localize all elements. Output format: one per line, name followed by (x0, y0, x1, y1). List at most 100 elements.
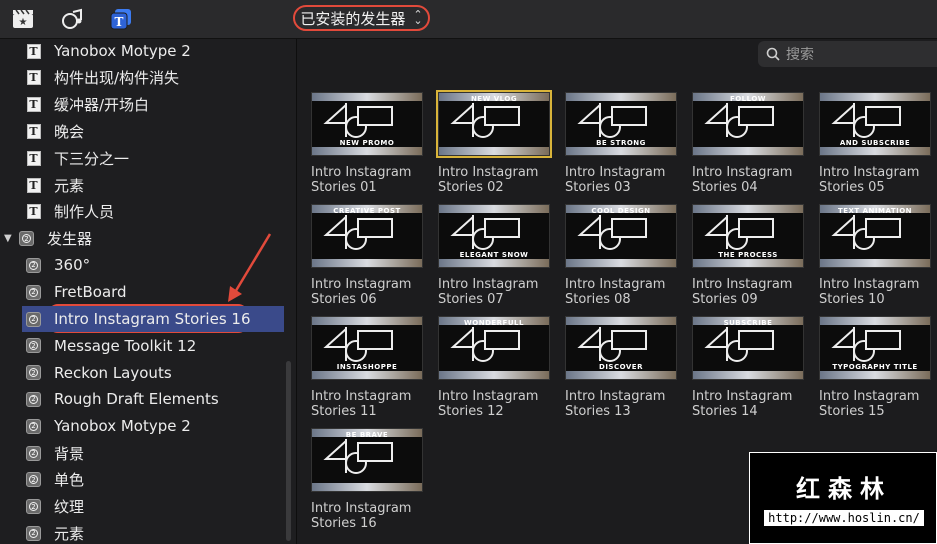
tile-label-line2: Stories 02 (438, 180, 504, 195)
sidebar-item[interactable]: 2 背景 (0, 440, 290, 466)
generator-tile[interactable]: AND SUBSCRIBE Intro Instagram Stories 05 (819, 92, 931, 195)
generator-tile[interactable]: SUBSCRIBE Intro Instagram Stories 14 (692, 316, 804, 419)
sidebar-item-label: 缓冲器/开场白 (54, 96, 150, 115)
svg-text:★: ★ (19, 17, 28, 28)
title-icon: T (26, 43, 41, 59)
title-icon: T (26, 97, 41, 113)
tile-thumbnail[interactable]: FOLLOW (692, 92, 804, 156)
generator-tile[interactable]: CREATIVE POST Intro Instagram Stories 06 (311, 204, 423, 307)
generator-tile[interactable]: BE STRONG Intro Instagram Stories 03 (565, 92, 677, 195)
selector-label: 已安装的发生器 (300, 9, 406, 28)
tile-thumbnail[interactable]: NEW PROMO (311, 92, 423, 156)
generator-tile[interactable]: INSTASHOPPE Intro Instagram Stories 11 (311, 316, 423, 419)
sidebar-item[interactable]: T 下三分之一 (0, 145, 290, 171)
disclosure-triangle-icon[interactable]: ▼ (4, 233, 12, 244)
sidebar-item[interactable]: 2 单色 (0, 467, 290, 493)
tile-label-line1: Intro Instagram (438, 277, 539, 292)
tile-label-line2: Stories 08 (565, 292, 631, 307)
generator-tile[interactable]: BE BRAVE Intro Instagram Stories 16 (311, 428, 423, 531)
title-icon: T (26, 123, 41, 139)
generator-icon: 2 (26, 472, 41, 488)
tile-label: Intro Instagram Stories 07 (438, 277, 550, 307)
tile-label-line1: Intro Instagram (311, 277, 412, 292)
tile-label-line2: Stories 16 (311, 516, 377, 531)
generator-tile[interactable]: TYPOGRAPHY TITLE Intro Instagram Stories 1… (819, 316, 931, 419)
search-input[interactable]: 搜索 (758, 41, 937, 67)
generator-tile[interactable]: TEXT ANIMATION Intro Instagram Stories 10 (819, 204, 931, 307)
tile-label-line1: Intro Instagram (311, 165, 412, 180)
sidebar-item[interactable]: 2 Rough Draft Elements (0, 386, 290, 412)
sidebar-item[interactable]: T 缓冲器/开场白 (0, 92, 290, 118)
tile-thumbnail[interactable]: DISCOVER (565, 316, 677, 380)
sidebar-item-label: 制作人员 (54, 203, 115, 222)
clapper-icon[interactable]: ★ (10, 7, 36, 31)
sidebar-item[interactable]: T 晚会 (0, 118, 290, 144)
tile-label-line2: Stories 05 (819, 180, 885, 195)
generator-icon: 2 (26, 525, 41, 541)
sidebar-item[interactable]: 2 Message Toolkit 12 (0, 333, 290, 359)
sidebar-item-label: Yanobox Motype 2 (54, 42, 191, 60)
tile-thumbnail[interactable]: AND SUBSCRIBE (819, 92, 931, 156)
sidebar-item-label: 下三分之一 (54, 149, 130, 168)
sidebar-item[interactable]: 2 元素 (0, 520, 290, 544)
sidebar-item-label: Reckon Layouts (54, 363, 172, 382)
thumbnail-caption: SUBSCRIBE (723, 319, 773, 327)
tile-thumbnail[interactable]: ELEGANT SNOW (438, 204, 550, 268)
generator-icon: 2 (26, 445, 41, 461)
title-icon: T (26, 177, 41, 193)
tile-thumbnail[interactable]: THE PROCESS (692, 204, 804, 268)
generator-tile[interactable]: WONDERFULL Intro Instagram Stories 12 (438, 316, 550, 419)
generator-tile[interactable]: DISCOVER Intro Instagram Stories 13 (565, 316, 677, 419)
search-icon (766, 47, 780, 61)
generator-icon: 2 (26, 338, 41, 354)
generator-icon: 2 (26, 311, 41, 327)
tile-thumbnail[interactable]: TYPOGRAPHY TITLE (819, 316, 931, 380)
sidebar-item[interactable]: T 构件出现/构件消失 (0, 65, 290, 91)
thumbnail-caption: THE PROCESS (718, 251, 778, 259)
tile-label: Intro Instagram Stories 16 (311, 501, 423, 531)
thumbnail-caption: TYPOGRAPHY TITLE (832, 363, 918, 371)
tile-thumbnail[interactable]: NEW VLOG (436, 90, 552, 158)
sidebar-item-label: 元素 (54, 176, 85, 195)
tile-label: Intro Instagram Stories 13 (565, 389, 677, 419)
sidebar-item[interactable]: 2 Reckon Layouts (0, 360, 290, 386)
sidebar-item-label: 背景 (54, 444, 85, 463)
generator-tile[interactable]: ELEGANT SNOW Intro Instagram Stories 07 (438, 204, 550, 307)
titles-icon[interactable]: T (108, 7, 134, 31)
tile-label: Intro Instagram Stories 15 (819, 389, 931, 419)
tile-thumbnail[interactable]: SUBSCRIBE (692, 316, 804, 380)
tile-thumbnail[interactable]: COOL DESIGN (565, 204, 677, 268)
sidebar-item[interactable]: T 元素 (0, 172, 290, 198)
generator-tile[interactable]: COOL DESIGN Intro Instagram Stories 08 (565, 204, 677, 307)
sidebar-item[interactable]: T Yanobox Motype 2 (0, 39, 290, 64)
sidebar-item[interactable]: 2 Yanobox Motype 2 (0, 413, 290, 439)
tile-thumbnail[interactable]: BE BRAVE (311, 428, 423, 492)
tile-label-line1: Intro Instagram (438, 165, 539, 180)
generator-tile[interactable]: THE PROCESS Intro Instagram Stories 09 (692, 204, 804, 307)
sidebar-item-label: 单色 (54, 471, 85, 490)
sidebar-item-label: 晚会 (54, 122, 85, 141)
sidebar-item[interactable]: T 制作人员 (0, 199, 290, 225)
sidebar-item-label: 360° (54, 256, 91, 275)
music-photo-icon[interactable] (60, 7, 86, 31)
tile-label: Intro Instagram Stories 11 (311, 389, 423, 419)
generator-tile[interactable]: FOLLOW Intro Instagram Stories 04 (692, 92, 804, 195)
tile-label-line1: Intro Instagram (819, 389, 920, 404)
generator-selector[interactable]: 已安装的发生器 ⌃ ⌄ (293, 5, 430, 31)
tile-label: Intro Instagram Stories 09 (692, 277, 804, 307)
tile-thumbnail[interactable]: BE STRONG (565, 92, 677, 156)
tile-thumbnail[interactable]: INSTASHOPPE (311, 316, 423, 380)
tile-label: Intro Instagram Stories 10 (819, 277, 931, 307)
thumbnail-caption: NEW VLOG (470, 95, 518, 103)
tile-label-line1: Intro Instagram (692, 165, 793, 180)
tile-label-line1: Intro Instagram (311, 501, 412, 516)
sidebar-item[interactable]: 2 纹理 (0, 494, 290, 520)
tile-thumbnail[interactable]: TEXT ANIMATION (819, 204, 931, 268)
generator-tile[interactable]: NEW PROMO Intro Instagram Stories 01 (311, 92, 423, 195)
watermark-name: 红森林 (796, 475, 892, 503)
generator-tile[interactable]: NEW VLOG Intro Instagram Stories 02 (436, 90, 552, 195)
tile-thumbnail[interactable]: CREATIVE POST (311, 204, 423, 268)
watermark-logo: 红森林 http://www.hoslin.cn/ (749, 452, 937, 544)
tile-thumbnail[interactable]: WONDERFULL (438, 316, 550, 380)
sidebar-item[interactable]: 2 Intro Instagram Stories 16 (22, 306, 284, 332)
